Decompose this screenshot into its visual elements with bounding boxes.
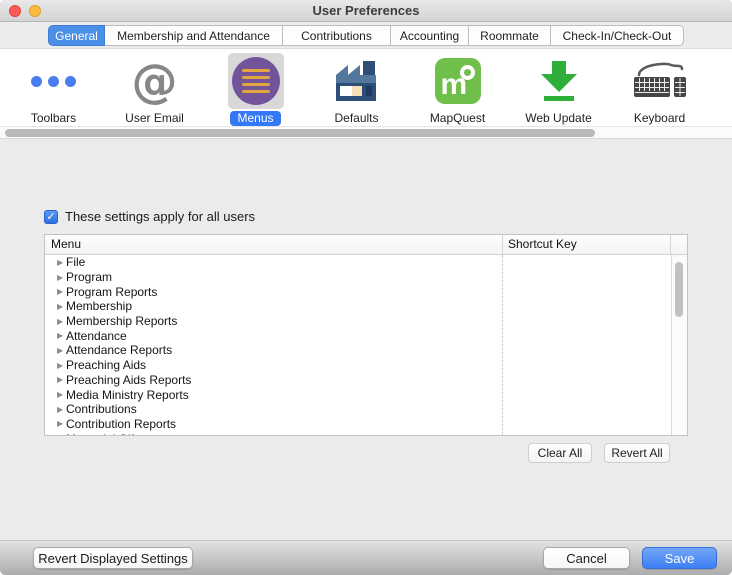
table-row[interactable]: ▶Preaching Aids bbox=[45, 358, 687, 373]
disclosure-triangle-icon[interactable]: ▶ bbox=[45, 287, 66, 296]
table-body: ▶File ▶Program ▶Program Reports ▶Members… bbox=[45, 255, 687, 435]
toolbar-item-web-update[interactable]: Web Update bbox=[508, 49, 609, 126]
menus-list-icon bbox=[232, 57, 280, 105]
disclosure-triangle-icon[interactable]: ▶ bbox=[45, 390, 66, 399]
revert-all-button[interactable]: Revert All bbox=[604, 443, 670, 463]
apply-all-users-label: These settings apply for all users bbox=[65, 209, 255, 224]
disclosure-triangle-icon[interactable]: ▶ bbox=[45, 258, 66, 267]
toolbar-item-label: Web Update bbox=[518, 111, 599, 126]
disclosure-triangle-icon[interactable]: ▶ bbox=[45, 361, 66, 370]
apply-all-users-checkbox[interactable]: ✓ bbox=[44, 210, 58, 224]
tab-bar: General Membership and Attendance Contri… bbox=[0, 22, 732, 48]
disclosure-triangle-icon[interactable]: ▶ bbox=[45, 317, 66, 326]
keyboard-icon bbox=[633, 61, 687, 101]
table-row[interactable]: ▶Memorial Gifts bbox=[45, 431, 687, 435]
toolbar-item-label: User Email bbox=[118, 111, 191, 126]
tab-membership-and-attendance[interactable]: Membership and Attendance bbox=[105, 25, 283, 46]
toolbar-item-label: Toolbars bbox=[24, 111, 83, 126]
shortcut-column-divider bbox=[502, 255, 503, 435]
tab-contributions[interactable]: Contributions bbox=[283, 25, 391, 46]
menu-cell: Preaching Aids Reports bbox=[66, 373, 191, 387]
mapquest-logo-icon: m bbox=[435, 58, 481, 104]
menu-cell: Media Ministry Reports bbox=[66, 388, 189, 402]
table-row[interactable]: ▶Preaching Aids Reports bbox=[45, 373, 687, 388]
table-row[interactable]: ▶File bbox=[45, 255, 687, 270]
toolbar-item-user-email[interactable]: @ User Email bbox=[104, 49, 205, 126]
column-divider bbox=[502, 235, 503, 254]
column-divider bbox=[670, 235, 671, 254]
disclosure-triangle-icon[interactable]: ▶ bbox=[45, 434, 66, 435]
table-row[interactable]: ▶Attendance Reports bbox=[45, 343, 687, 358]
preference-icon-strip: Toolbars @ User Email Menus bbox=[0, 48, 732, 126]
column-header-shortcut-key[interactable]: Shortcut Key bbox=[508, 237, 577, 251]
menu-cell: Attendance bbox=[66, 329, 127, 343]
icon-strip-scrollbar[interactable] bbox=[0, 126, 732, 139]
table-header: Menu Shortcut Key bbox=[45, 235, 687, 255]
menu-cell: Membership bbox=[66, 299, 132, 313]
general-pane-content: ✓ These settings apply for all users Men… bbox=[0, 139, 732, 540]
table-row[interactable]: ▶Membership Reports bbox=[45, 314, 687, 329]
toolbar-item-label: Keyboard bbox=[627, 111, 692, 126]
disclosure-triangle-icon[interactable]: ▶ bbox=[45, 375, 66, 384]
icon-strip-scrollbar-thumb[interactable] bbox=[5, 129, 595, 137]
table-scrollbar[interactable] bbox=[671, 255, 687, 435]
bottom-bar: Revert Displayed Settings Cancel Save bbox=[0, 540, 732, 575]
disclosure-triangle-icon[interactable]: ▶ bbox=[45, 331, 66, 340]
menu-cell: Memorial Gifts bbox=[66, 432, 143, 435]
toolbar-item-label-selected: Menus bbox=[230, 111, 280, 126]
menu-cell: Contribution Reports bbox=[66, 417, 176, 431]
tab-check-in-check-out[interactable]: Check-In/Check-Out bbox=[551, 25, 684, 46]
disclosure-triangle-icon[interactable]: ▶ bbox=[45, 405, 66, 414]
toolbar-item-keyboard[interactable]: Keyboard bbox=[609, 49, 710, 126]
cancel-button[interactable]: Cancel bbox=[543, 547, 630, 569]
toolbar-item-mapquest[interactable]: m MapQuest bbox=[407, 49, 508, 126]
table-row[interactable]: ▶Program Reports bbox=[45, 284, 687, 299]
toolbar-item-toolbars[interactable]: Toolbars bbox=[3, 49, 104, 126]
toolbars-dots-icon bbox=[31, 76, 76, 87]
menu-cell: Attendance Reports bbox=[66, 343, 172, 357]
disclosure-triangle-icon[interactable]: ▶ bbox=[45, 346, 66, 355]
table-scrollbar-thumb[interactable] bbox=[675, 262, 683, 317]
menu-shortcut-table: Menu Shortcut Key ▶File ▶Program ▶Progra… bbox=[44, 234, 688, 436]
save-button[interactable]: Save bbox=[642, 547, 717, 569]
download-arrow-icon bbox=[537, 59, 581, 103]
toolbar-item-label: Defaults bbox=[327, 111, 385, 126]
table-row[interactable]: ▶Program bbox=[45, 270, 687, 285]
menu-cell: Contributions bbox=[66, 402, 137, 416]
toolbar-item-label: MapQuest bbox=[423, 111, 492, 126]
table-row[interactable]: ▶Attendance bbox=[45, 328, 687, 343]
revert-displayed-settings-button[interactable]: Revert Displayed Settings bbox=[33, 547, 193, 569]
toolbar-item-menus[interactable]: Menus bbox=[205, 49, 306, 126]
table-row[interactable]: ▶Contribution Reports bbox=[45, 417, 687, 432]
title-bar: User Preferences bbox=[0, 0, 732, 22]
menu-cell: File bbox=[66, 255, 85, 269]
factory-icon bbox=[333, 59, 381, 103]
toolbar-item-defaults[interactable]: Defaults bbox=[306, 49, 407, 126]
tab-general[interactable]: General bbox=[48, 25, 105, 46]
column-header-menu[interactable]: Menu bbox=[51, 237, 81, 251]
tab-segmented-control: General Membership and Attendance Contri… bbox=[48, 25, 684, 46]
table-row[interactable]: ▶Contributions bbox=[45, 402, 687, 417]
disclosure-triangle-icon[interactable]: ▶ bbox=[45, 273, 66, 282]
at-sign-icon: @ bbox=[132, 58, 178, 104]
table-row[interactable]: ▶Membership bbox=[45, 299, 687, 314]
disclosure-triangle-icon[interactable]: ▶ bbox=[45, 419, 66, 428]
tab-accounting[interactable]: Accounting bbox=[391, 25, 469, 46]
menu-cell: Preaching Aids bbox=[66, 358, 146, 372]
disclosure-triangle-icon[interactable]: ▶ bbox=[45, 302, 66, 311]
menu-cell: Program Reports bbox=[66, 285, 157, 299]
apply-all-users-row: ✓ These settings apply for all users bbox=[44, 209, 255, 224]
menu-cell: Program bbox=[66, 270, 112, 284]
clear-all-button[interactable]: Clear All bbox=[528, 443, 592, 463]
table-row[interactable]: ▶Media Ministry Reports bbox=[45, 387, 687, 402]
user-preferences-window: User Preferences General Membership and … bbox=[0, 0, 732, 575]
tab-roommate[interactable]: Roommate bbox=[469, 25, 551, 46]
menu-cell: Membership Reports bbox=[66, 314, 177, 328]
window-title: User Preferences bbox=[0, 0, 732, 22]
